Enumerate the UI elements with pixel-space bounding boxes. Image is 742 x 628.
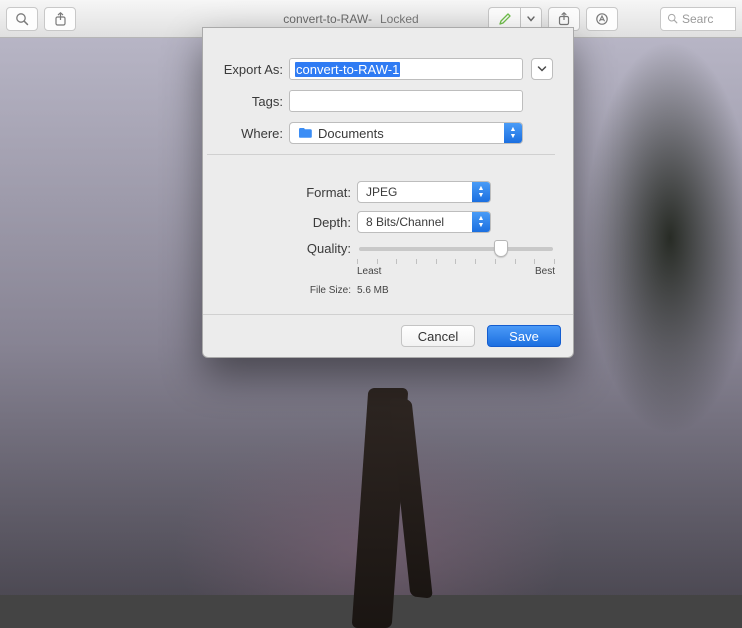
- expand-browser-button[interactable]: [531, 58, 553, 80]
- quality-thumb[interactable]: [494, 240, 508, 257]
- format-dropdown[interactable]: JPEG ▲▼: [357, 181, 491, 203]
- quality-slider[interactable]: [359, 247, 553, 251]
- format-value: JPEG: [358, 185, 472, 199]
- format-label: Format:: [207, 185, 357, 200]
- share-button[interactable]: [44, 7, 76, 31]
- chevron-updown-icon: ▲▼: [504, 123, 522, 143]
- where-value: Documents: [318, 126, 384, 141]
- zoom-button[interactable]: [6, 7, 38, 31]
- quality-ticks: [357, 259, 555, 264]
- chevron-updown-icon: ▲▼: [472, 212, 490, 232]
- file-size-label: File Size:: [207, 285, 357, 296]
- depth-label: Depth:: [207, 215, 357, 230]
- chevron-updown-icon: ▲▼: [472, 182, 490, 202]
- export-as-value: convert-to-RAW-1: [295, 62, 400, 77]
- cancel-button[interactable]: Cancel: [401, 325, 475, 347]
- quality-label: Quality:: [207, 241, 357, 256]
- locked-label: Locked: [380, 12, 419, 26]
- search-field[interactable]: Searc: [660, 7, 736, 31]
- where-label: Where:: [207, 126, 289, 141]
- file-size-value: 5.6 MB: [357, 285, 389, 296]
- depth-value: 8 Bits/Channel: [358, 215, 472, 229]
- folder-icon: [298, 127, 313, 139]
- save-button-label: Save: [509, 329, 539, 344]
- tags-field[interactable]: [289, 90, 523, 112]
- quality-best-label: Best: [535, 266, 555, 277]
- where-dropdown[interactable]: Documents ▲▼: [289, 122, 523, 144]
- divider: [207, 154, 555, 155]
- export-as-field[interactable]: convert-to-RAW-1: [289, 58, 523, 80]
- export-dialog: Export As: convert-to-RAW-1 Tags: Where:: [202, 27, 574, 358]
- tags-label: Tags:: [207, 94, 289, 109]
- export-as-label: Export As:: [207, 62, 289, 77]
- title-text: convert-to-RAW-: [283, 12, 372, 26]
- search-icon: [667, 13, 678, 24]
- cancel-button-label: Cancel: [418, 329, 458, 344]
- search-placeholder: Searc: [682, 12, 713, 26]
- save-button[interactable]: Save: [487, 325, 561, 347]
- markup-button[interactable]: [586, 7, 618, 31]
- quality-least-label: Least: [357, 266, 381, 277]
- depth-dropdown[interactable]: 8 Bits/Channel ▲▼: [357, 211, 491, 233]
